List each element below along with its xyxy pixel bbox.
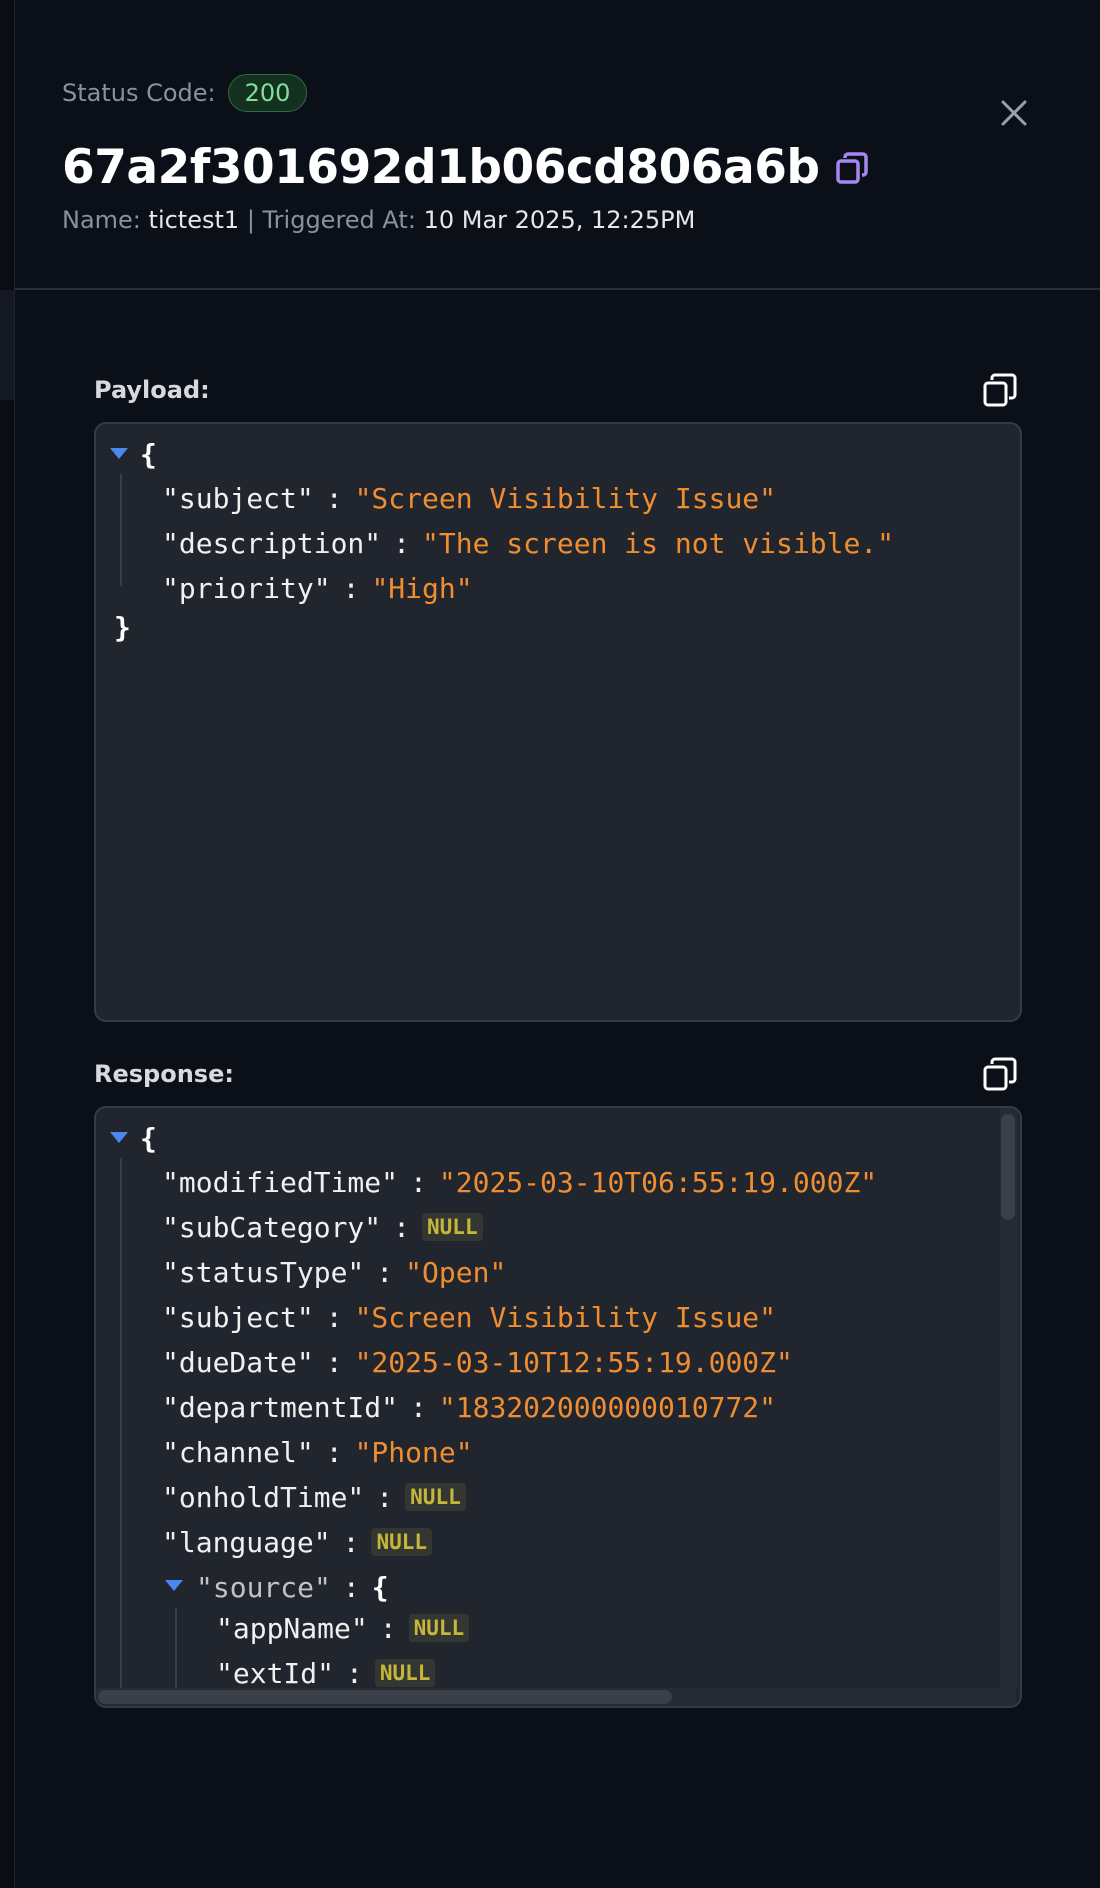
json-row: "language": NULL [162, 1522, 433, 1562]
meta-line: Name: tictest1 | Triggered At: 10 Mar 20… [62, 206, 695, 234]
response-json-viewer[interactable]: { "modifiedTime": "2025-03-10T06:55:19.00… [94, 1106, 1022, 1708]
details-panel: Status Code: 200 67a2f301692d1b06cd806a6… [15, 0, 1100, 1888]
json-row: "extId": NULL [216, 1653, 436, 1693]
json-key: "subject" [162, 1300, 314, 1334]
json-row: "channel": "Phone" [162, 1432, 473, 1472]
json-colon: : [342, 571, 360, 605]
status-row: Status Code: 200 [62, 74, 308, 112]
triggered-label: Triggered At: [262, 206, 416, 234]
json-row: "subject": "Screen Visibility Issue" [162, 1297, 776, 1337]
json-value: "Screen Visibility Issue" [354, 1300, 777, 1334]
vertical-scroll-thumb[interactable] [1001, 1114, 1015, 1220]
json-colon: : [346, 1656, 363, 1690]
json-key: "source" [196, 1570, 331, 1604]
title-row: 67a2f301692d1b06cd806a6b [62, 140, 870, 195]
json-key: "extId" [216, 1656, 335, 1690]
json-row: "appName": NULL [216, 1608, 470, 1648]
name-value: tictest1 [148, 206, 240, 234]
json-value: "Open" [405, 1255, 507, 1289]
json-key: "departmentId" [162, 1390, 399, 1424]
json-row: "statusType": "Open" [162, 1252, 506, 1292]
json-row: "dueDate": "2025-03-10T12:55:19.000Z" [162, 1342, 793, 1382]
json-colon: : [342, 1525, 360, 1559]
json-value: "Phone" [354, 1435, 473, 1469]
json-key: "modifiedTime" [162, 1165, 399, 1199]
null-badge: NULL [371, 1528, 433, 1556]
json-row: "modifiedTime": "2025-03-10T06:55:19.000Z… [162, 1162, 877, 1202]
json-row: "description": "The screen is not visible… [162, 523, 894, 563]
json-colon: : [342, 1570, 360, 1604]
json-colon: : [325, 1300, 343, 1334]
null-badge: NULL [405, 1483, 466, 1511]
status-label: Status Code: [62, 79, 216, 107]
json-colon: : [325, 1345, 343, 1379]
json-key: "appName" [216, 1611, 368, 1645]
close-icon [1001, 100, 1027, 126]
payload-json-viewer[interactable]: { "subject": "Screen Visibility Issue" "d… [94, 422, 1022, 1022]
name-label: Name: [62, 206, 141, 234]
null-badge: NULL [408, 1614, 470, 1642]
copy-payload-button[interactable] [982, 372, 1018, 408]
indent-guide [120, 474, 122, 586]
open-brace: { [140, 437, 157, 471]
status-badge: 200 [227, 74, 308, 112]
collapse-toggle-icon[interactable] [110, 1132, 128, 1143]
json-row-source: "source": { [196, 1567, 389, 1607]
json-value: "The screen is not visible." [422, 526, 895, 560]
json-colon: : [376, 1480, 394, 1514]
page-title: 67a2f301692d1b06cd806a6b [62, 140, 820, 195]
close-brace: } [114, 610, 131, 644]
null-badge: NULL [374, 1659, 436, 1687]
panel-header: Status Code: 200 67a2f301692d1b06cd806a6… [15, 0, 1100, 290]
json-colon: : [376, 1255, 394, 1289]
horizontal-scroll-thumb[interactable] [98, 1690, 672, 1704]
response-label: Response: [94, 1060, 234, 1088]
json-colon: : [325, 1435, 343, 1469]
json-key: "subCategory" [162, 1210, 382, 1244]
json-key: "language" [162, 1525, 331, 1559]
json-row: "subject": "Screen Visibility Issue" [162, 478, 776, 518]
meta-separator: | [246, 206, 255, 234]
copy-icon [983, 373, 1017, 407]
json-row: "subCategory": NULL [162, 1207, 483, 1247]
background-page-edge [0, 0, 15, 1888]
close-button[interactable] [997, 96, 1031, 130]
copy-id-button[interactable] [834, 150, 870, 186]
json-key: "statusType" [162, 1255, 365, 1289]
json-colon: : [393, 526, 411, 560]
json-colon: : [410, 1165, 427, 1199]
collapse-source-toggle-icon[interactable] [165, 1580, 183, 1591]
json-colon: : [410, 1390, 427, 1424]
json-row: "onholdTime": NULL [162, 1477, 466, 1517]
json-value: "High" [371, 571, 473, 605]
json-key: "subject" [162, 481, 314, 515]
indent-guide [175, 1608, 177, 1688]
copy-icon [835, 151, 868, 184]
json-colon: : [325, 481, 343, 515]
json-colon: : [393, 1210, 411, 1244]
background-shadow [0, 290, 14, 400]
json-value: "Screen Visibility Issue" [354, 481, 777, 515]
json-row: "priority": "High" [162, 568, 473, 608]
open-brace: { [140, 1121, 157, 1155]
json-key: "channel" [162, 1435, 314, 1469]
collapse-toggle-icon[interactable] [110, 448, 128, 459]
json-value: "183202000000010772" [438, 1390, 777, 1424]
copy-response-button[interactable] [982, 1056, 1018, 1092]
json-value: "2025-03-10T12:55:19.000Z" [354, 1345, 793, 1379]
json-row: "departmentId": "183202000000010772" [162, 1387, 776, 1427]
null-badge: NULL [422, 1213, 483, 1241]
json-key: "onholdTime" [162, 1480, 365, 1514]
open-brace: { [371, 1570, 389, 1604]
json-colon: : [379, 1611, 397, 1645]
json-key: "dueDate" [162, 1345, 314, 1379]
json-key: "description" [162, 526, 382, 560]
json-value: "2025-03-10T06:55:19.000Z" [438, 1165, 878, 1199]
triggered-value: 10 Mar 2025, 12:25PM [423, 206, 696, 234]
json-key: "priority" [162, 571, 331, 605]
copy-icon [983, 1057, 1017, 1091]
indent-guide [120, 1158, 122, 1688]
payload-label: Payload: [94, 376, 210, 404]
